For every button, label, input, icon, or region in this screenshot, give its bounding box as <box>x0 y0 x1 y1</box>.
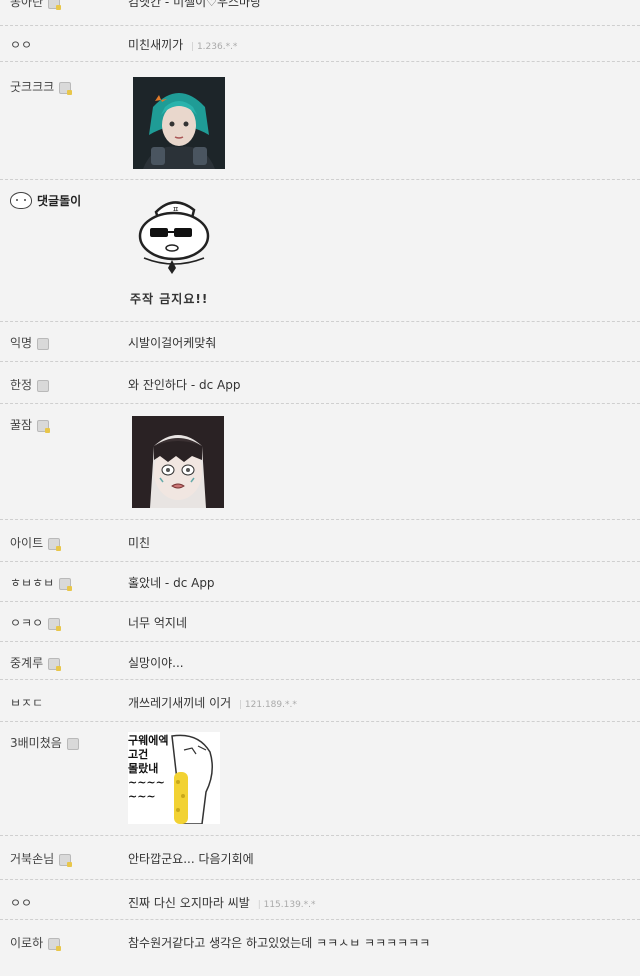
comment-row: ㅇㅇ 미친새끼가 1.236.*.* <box>0 26 640 62</box>
comment-author[interactable]: 익명 <box>10 334 50 351</box>
comment-author[interactable]: 꿀잠 <box>10 416 51 433</box>
comment-author-name[interactable]: 몽아란 <box>10 0 43 10</box>
comment-text: 미친 <box>128 536 151 550</box>
comment-row: 이로하 참수원거같다고 생각은 하고있었는데 ㅋㅋㅅㅂ ㅋㅋㅋㅋㅋㅋ <box>0 920 640 964</box>
comment-text: 홀았네 - dc App <box>128 576 215 590</box>
comment-row: 몽아란 김엣칸 - 미셸이♡우스마당 <box>0 0 640 26</box>
comment-author[interactable]: 몽아란 <box>10 0 62 10</box>
dccon-text-line: ~~~~ <box>128 776 165 789</box>
comment-text: 참수원거같다고 생각은 하고있었는데 ㅋㅋㅅㅂ ㅋㅋㅋㅋㅋㅋ <box>128 936 431 950</box>
comment-author-name[interactable]: ㅂㅈㄷ <box>10 694 43 711</box>
comment-list: 몽아란 김엣칸 - 미셸이♡우스마당 ㅇㅇ 미친새끼가 1.236.*.* 굿크… <box>0 0 640 964</box>
comment-author-name[interactable]: 3배미쳤음 <box>10 734 62 751</box>
comment-row: 거북손님 안타깝군요... 다음기회에 <box>0 836 640 880</box>
dccon-text-line: 구웨에엑 <box>128 734 169 747</box>
comment-text: 너무 억지네 <box>128 616 188 630</box>
comment-author[interactable]: ㅎㅂㅎㅂ <box>10 574 73 591</box>
comment-author-name[interactable]: 거북손님 <box>10 850 54 867</box>
comment-author[interactable]: 거북손님 <box>10 850 73 867</box>
comment-author[interactable]: 이로하 <box>10 934 62 951</box>
comment-text: 실망이야... <box>128 656 184 670</box>
comment-text: 개쓰레기새끼네 이거 121.189.*.* <box>128 694 297 711</box>
dccon-image <box>133 77 225 169</box>
comment-author[interactable]: ㅇㅋㅇ <box>10 614 62 631</box>
gallog-icon[interactable] <box>59 81 73 95</box>
comment-row: 댓글돌이 ㅍ 주작 금지요!! <box>0 180 640 322</box>
comment-row: 3배미쳤음 구웨에엑 고건 몰랐내 ~~~~ ~~~ <box>0 722 640 836</box>
dccon-image: 구웨에엑 고건 몰랐내 ~~~~ ~~~ <box>128 732 220 824</box>
comment-author-name[interactable]: 중계루 <box>10 654 43 671</box>
comment-row: ㅎㅂㅎㅂ 홀았네 - dc App <box>0 562 640 602</box>
ip-address: 121.189.*.* <box>239 700 297 710</box>
comment-author-name[interactable]: 이로하 <box>10 934 43 951</box>
comment-author-name[interactable]: 댓글돌이 <box>37 192 81 209</box>
comment-author[interactable]: 3배미쳤음 <box>10 734 79 751</box>
comment-text: 미친새끼가 1.236.*.* <box>128 36 237 53</box>
comment-text: 주작 금지요!! <box>130 292 209 306</box>
comment-row: ㅇㅇ 진짜 다신 오지마라 씨발 115.139.*.* <box>0 880 640 920</box>
comment-text: 시발이걸어케맞춰 <box>128 336 217 350</box>
comment-author-name[interactable]: 한정 <box>10 376 32 393</box>
comment-text: 진짜 다신 오지마라 씨발 115.139.*.* <box>128 894 316 911</box>
gallog-icon[interactable] <box>37 419 51 433</box>
gallog-icon[interactable] <box>37 337 50 350</box>
gallog-icon[interactable] <box>48 937 62 951</box>
dccon-text-line: 몰랐내 <box>128 762 159 775</box>
comment-author-name[interactable]: 꿀잠 <box>10 416 32 433</box>
dccon-text-line: ~~~ <box>128 790 156 803</box>
gallog-icon[interactable] <box>48 0 62 10</box>
comment-author-name[interactable]: ㅇㅋㅇ <box>10 614 43 631</box>
gallog-icon[interactable] <box>66 737 79 750</box>
comment-text: 안타깝군요... 다음기회에 <box>128 852 254 866</box>
comment-row: 꿀잠 <box>0 404 640 520</box>
comment-author[interactable]: 아이트 <box>10 534 62 551</box>
comment-body: 미친새끼가 <box>128 38 184 52</box>
dccon-text-line: 고건 <box>128 748 149 761</box>
gallog-icon[interactable] <box>48 657 62 671</box>
dccon-image: ㅍ <box>134 190 224 280</box>
gallog-icon[interactable] <box>37 379 50 392</box>
comment-author-name[interactable]: 굿크크크 <box>10 78 54 95</box>
comment-author-name[interactable]: ㅇㅇ <box>10 36 32 53</box>
comment-row: 굿크크크 <box>0 62 640 180</box>
comment-author-name[interactable]: 아이트 <box>10 534 43 551</box>
comment-row: 아이트 미친 <box>0 520 640 562</box>
comment-author[interactable]: 한정 <box>10 376 50 393</box>
ip-address: 115.139.*.* <box>258 900 316 910</box>
bot-icon <box>10 192 32 209</box>
comment-author-name[interactable]: 익명 <box>10 334 32 351</box>
comment-author[interactable]: ㅇㅇ <box>10 894 32 911</box>
comment-author[interactable]: ㅂㅈㄷ <box>10 694 43 711</box>
comment-body: 진짜 다신 오지마라 씨발 <box>128 896 250 910</box>
comment-author[interactable]: 중계루 <box>10 654 62 671</box>
comment-row: 중계루 실망이야... <box>0 642 640 680</box>
comment-author[interactable]: 굿크크크 <box>10 78 73 95</box>
comment-text: 와 잔인하다 - dc App <box>128 378 241 392</box>
gallog-icon[interactable] <box>48 537 62 551</box>
ip-address: 1.236.*.* <box>191 42 237 52</box>
comment-author-name[interactable]: ㅇㅇ <box>10 894 32 911</box>
gallog-icon[interactable] <box>48 617 62 631</box>
comment-row: 한정 와 잔인하다 - dc App <box>0 362 640 404</box>
comment-author[interactable]: 댓글돌이 <box>10 192 81 209</box>
comment-row: ㅂㅈㄷ 개쓰레기새끼네 이거 121.189.*.* <box>0 680 640 722</box>
gallog-icon[interactable] <box>59 853 73 867</box>
comment-author-name[interactable]: ㅎㅂㅎㅂ <box>10 574 54 591</box>
comment-body: 개쓰레기새끼네 이거 <box>128 696 232 710</box>
gallog-icon[interactable] <box>59 577 73 591</box>
comment-row: ㅇㅋㅇ 너무 억지네 <box>0 602 640 642</box>
dccon-image <box>132 416 224 508</box>
comment-text: 김엣칸 - 미셸이♡우스마당 <box>128 0 262 9</box>
comment-row: 익명 시발이걸어케맞춰 <box>0 322 640 362</box>
comment-author[interactable]: ㅇㅇ <box>10 36 32 53</box>
